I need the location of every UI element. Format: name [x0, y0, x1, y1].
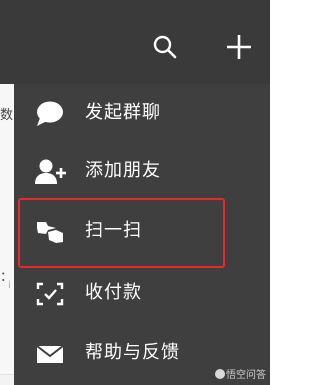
list-item-text: ：	[0, 270, 14, 285]
payment-icon	[34, 278, 66, 310]
top-bar	[0, 0, 270, 84]
mail-icon	[34, 338, 66, 370]
menu-item-label: 添加朋友	[85, 160, 161, 181]
highlight-box	[18, 198, 225, 268]
search-icon[interactable]	[152, 34, 178, 60]
menu-item-add-friend[interactable]: 添加朋友	[14, 142, 270, 202]
add-friend-icon	[34, 156, 66, 188]
menu-item-label: 收付款	[85, 282, 142, 303]
menu-item-label: 帮助与反馈	[85, 342, 180, 363]
watermark-logo-icon	[215, 369, 225, 379]
menu-item-payment[interactable]: 收付款	[14, 264, 270, 324]
menu-item-group-chat[interactable]: 发起群聊	[14, 84, 270, 144]
list-item-text: 数	[0, 108, 14, 123]
list-item-mark: i	[8, 280, 11, 291]
chat-bubble-icon	[34, 98, 66, 130]
watermark-text: 悟空问答	[226, 370, 266, 381]
menu-item-label: 发起群聊	[85, 102, 161, 123]
plus-icon[interactable]	[226, 34, 252, 60]
watermark: 悟空问答	[215, 366, 266, 381]
